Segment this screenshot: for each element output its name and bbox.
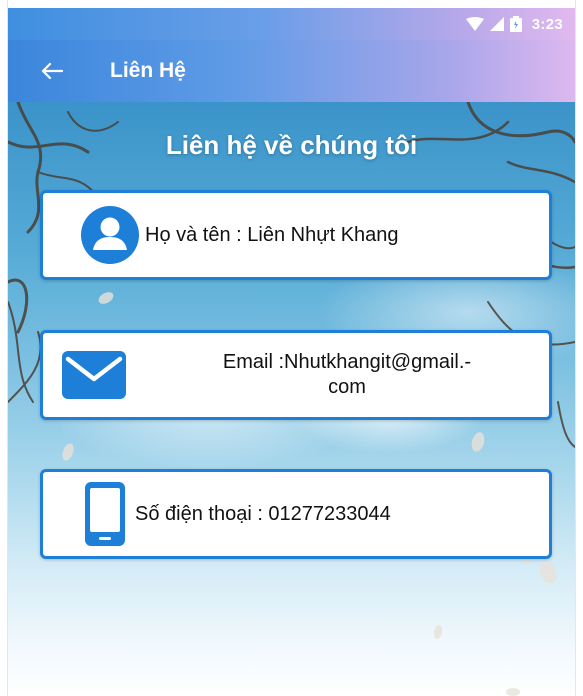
signal-icon (489, 17, 504, 31)
email-text-line2: com (328, 376, 366, 398)
email-text-line1: Email :Nhutkhangit@gmail.- (222, 351, 472, 373)
wifi-icon (465, 17, 484, 31)
back-button[interactable] (34, 53, 70, 89)
phone-icon (75, 482, 135, 546)
arrow-left-icon (41, 62, 63, 80)
phone-screen: 3:23 Liên Hệ Liên hệ về chúng tôi Họ và … (0, 0, 583, 696)
status-time: 3:23 (531, 15, 563, 33)
phone-card[interactable]: Số điện thoại : 01277233044 (40, 469, 552, 559)
name-card[interactable]: Họ và tên : Liên Nhựt Khang (40, 190, 552, 280)
status-bar: 3:23 (8, 8, 575, 40)
content-area: Liên hệ về chúng tôi Họ và tên : Liên Nh… (8, 102, 575, 696)
email-card[interactable]: Email :Nhutkhangit@gmail.- com (40, 330, 552, 420)
battery-icon (509, 16, 522, 32)
phone-text: Số điện thoại : 01277233044 (135, 502, 391, 525)
page-title: Liên Hệ (110, 59, 186, 82)
section-heading: Liên hệ về chúng tôi (165, 130, 418, 160)
email-text: Email :Nhutkhangit@gmail.- com (157, 350, 537, 400)
right-margin (575, 0, 583, 696)
app-bar: Liên Hệ (8, 40, 575, 102)
name-text: Họ và tên : Liên Nhựt Khang (145, 223, 399, 246)
left-margin (0, 0, 8, 696)
mail-icon (59, 351, 129, 399)
person-icon (75, 206, 145, 264)
